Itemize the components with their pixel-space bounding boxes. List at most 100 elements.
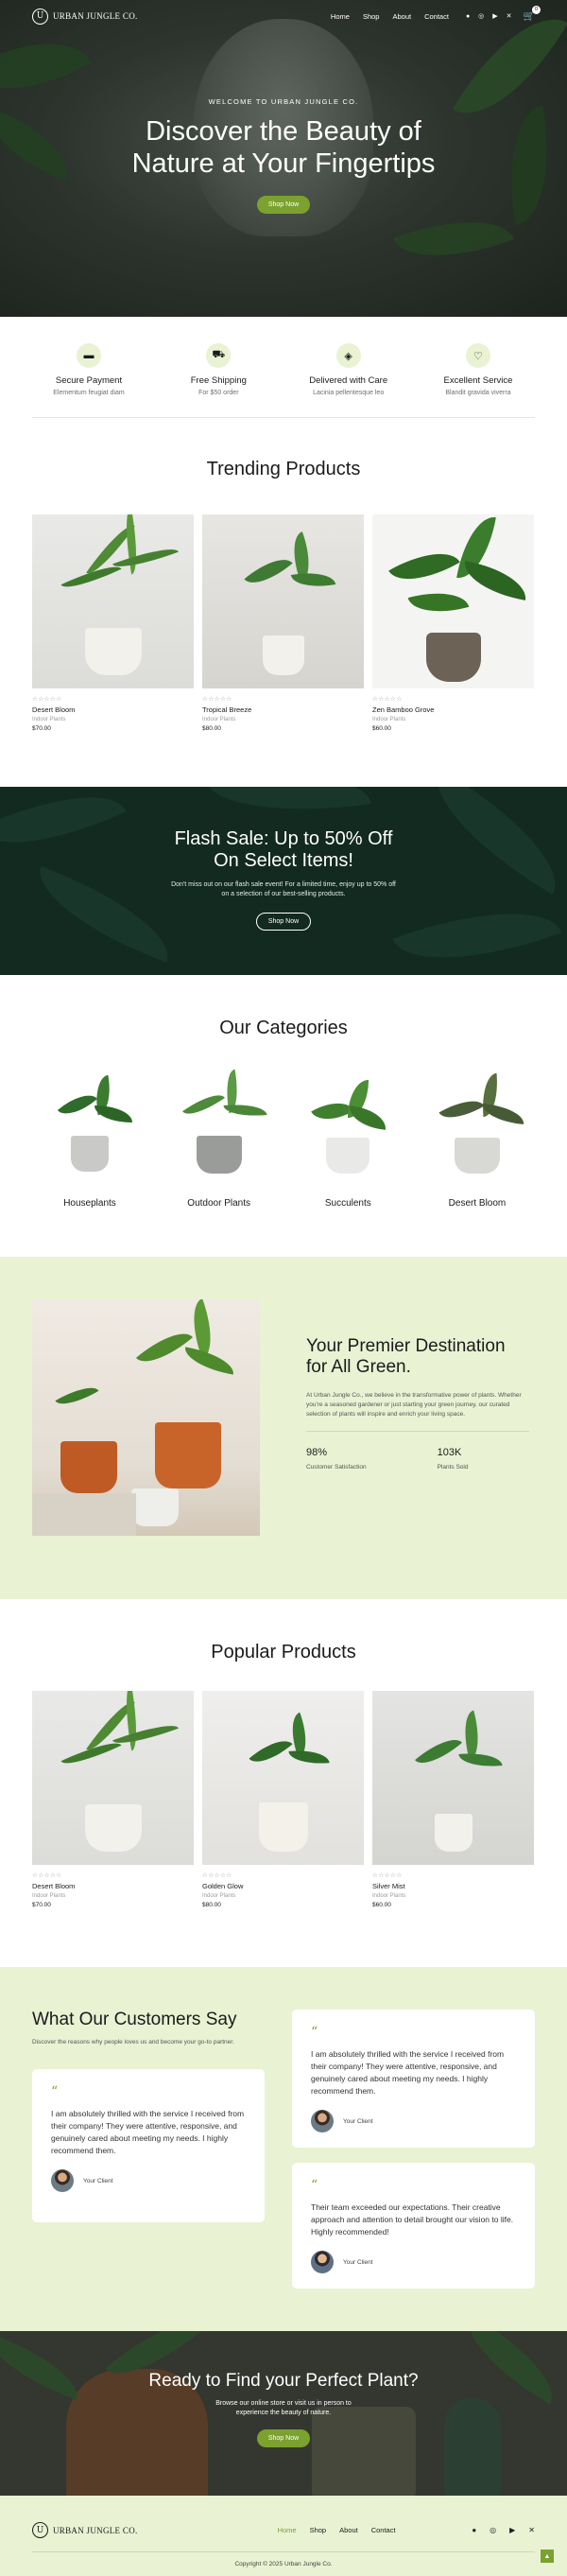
features-row: ▬ Secure Payment Elementum feugiat diam … (32, 317, 535, 418)
feature-secure-payment: ▬ Secure Payment Elementum feugiat diam (32, 343, 146, 396)
footer-link-contact[interactable]: Contact (371, 2526, 396, 2534)
quote-icon: “ (51, 2084, 59, 2099)
product-name[interactable]: Silver Mist (372, 1882, 534, 1890)
instagram-icon[interactable]: ◎ (478, 12, 484, 20)
product-image[interactable] (202, 1691, 364, 1865)
footer-link-home[interactable]: Home (278, 2526, 297, 2534)
product-category: Indoor Plants (32, 1893, 66, 1899)
feature-title: Delivered with Care (309, 375, 388, 386)
x-twitter-icon[interactable]: ✕ (528, 2526, 535, 2534)
brand-logo[interactable]: U URBAN JUNGLE CO. (32, 8, 138, 25)
facebook-icon[interactable]: ● (466, 13, 470, 20)
heart-icon: ♡ (465, 343, 490, 368)
product-card[interactable]: ☆☆☆☆☆ Silver Mist Indoor Plants $60.00 (372, 1691, 534, 1908)
product-name[interactable]: Golden Glow (202, 1882, 364, 1890)
logo-mark: U (32, 2522, 48, 2538)
product-category: Indoor Plants (372, 717, 406, 722)
divider (32, 2551, 535, 2552)
nav-about[interactable]: About (392, 12, 411, 21)
category-image[interactable] (290, 1077, 405, 1191)
stat-plants-sold: 103K Plants Sold (438, 1447, 469, 1471)
product-image[interactable] (202, 514, 364, 688)
flash-text: Don't miss out on our flash sale event! … (171, 881, 396, 897)
product-image[interactable] (372, 514, 534, 688)
feature-sub: Blandit gravida viverra (445, 390, 511, 396)
product-image[interactable] (32, 1691, 194, 1865)
nav-home[interactable]: Home (331, 12, 350, 21)
product-image[interactable] (32, 514, 194, 688)
about-image (32, 1299, 260, 1536)
about-text: Your Premier Destination for All Green. … (306, 1336, 529, 1471)
footer-logo[interactable]: U URBAN JUNGLE CO. (32, 2522, 138, 2538)
feature-title: Free Shipping (190, 375, 247, 386)
product-name[interactable]: Desert Bloom (32, 1882, 194, 1890)
product-card[interactable]: ☆☆☆☆☆ Tropical Breeze Indoor Plants $80.… (202, 514, 364, 732)
flash-sale-banner: Flash Sale: Up to 50% Off On Select Item… (0, 787, 567, 975)
category-name[interactable]: Succulents (290, 1198, 405, 1209)
category-outdoor-plants[interactable]: Outdoor Plants (162, 1069, 277, 1209)
hero-shop-button[interactable]: Shop Now (256, 196, 311, 214)
flash-shop-button[interactable]: Shop Now (255, 913, 312, 931)
category-desert-bloom[interactable]: Desert Bloom (420, 1072, 535, 1209)
testimonial-text: I am absolutely thrilled with the servic… (311, 2049, 505, 2096)
client: Your Client (311, 2110, 516, 2132)
facebook-icon[interactable]: ● (472, 2526, 476, 2534)
product-category: Indoor Plants (372, 1893, 406, 1899)
category-name[interactable]: Desert Bloom (420, 1198, 535, 1209)
footer-links: Home Shop About Contact (278, 2526, 396, 2534)
testimonial-card: “ I am absolutely thrilled with the serv… (32, 2069, 265, 2222)
nav-shop[interactable]: Shop (363, 12, 380, 21)
brand-name: URBAN JUNGLE CO. (53, 11, 138, 21)
trending-section: Trending Products ☆☆☆☆☆ Desert Bloom Ind… (0, 418, 567, 787)
rating-stars: ☆☆☆☆☆ (32, 1872, 62, 1879)
x-twitter-icon[interactable]: ✕ (507, 12, 512, 20)
product-card[interactable]: ☆☆☆☆☆ Zen Bamboo Grove Indoor Plants $60… (372, 514, 534, 732)
stat-label: Plants Sold (437, 1464, 469, 1471)
trending-products: ☆☆☆☆☆ Desert Bloom Indoor Plants $70.00 … (0, 514, 567, 732)
youtube-icon[interactable]: ▶ (492, 12, 497, 20)
back-to-top-button[interactable]: ▲ (541, 2550, 554, 2563)
product-card[interactable]: ☆☆☆☆☆ Desert Bloom Indoor Plants $70.00 (32, 514, 194, 732)
category-image[interactable] (162, 1069, 277, 1191)
category-image[interactable] (420, 1072, 535, 1191)
rating-stars: ☆☆☆☆☆ (32, 696, 62, 703)
testimonials-subtitle: Discover the reasons why people loves us… (32, 2039, 234, 2045)
footer-link-about[interactable]: About (339, 2526, 358, 2534)
product-price: $60.00 (372, 1902, 391, 1908)
categories-section: Our Categories Houseplants Outdoor Plant… (0, 975, 567, 1257)
stat-value: 98% (306, 1447, 328, 1458)
instagram-icon[interactable]: ◎ (490, 2526, 496, 2534)
product-card[interactable]: ☆☆☆☆☆ Desert Bloom Indoor Plants $70.00 (32, 1691, 194, 1908)
client-name: Your Client (343, 2258, 373, 2266)
popular-products: ☆☆☆☆☆ Desert Bloom Indoor Plants $70.00 … (0, 1691, 567, 1908)
cart-button[interactable]: 🛒 0 (524, 5, 541, 22)
avatar (311, 2110, 334, 2132)
product-name[interactable]: Desert Bloom (32, 705, 194, 714)
category-image[interactable] (32, 1074, 147, 1191)
box-icon: ◈ (335, 343, 361, 368)
nav-contact[interactable]: Contact (424, 12, 449, 21)
hero-content: WELCOME TO URBAN JUNGLE CO. Discover the… (0, 97, 567, 214)
feature-title: Excellent Service (443, 375, 513, 386)
product-name[interactable]: Tropical Breeze (202, 705, 364, 714)
testimonial-text: I am absolutely thrilled with the servic… (51, 2109, 245, 2155)
youtube-icon[interactable]: ▶ (509, 2526, 515, 2534)
feature-sub: For $50 order (198, 390, 239, 396)
category-name[interactable]: Outdoor Plants (162, 1198, 277, 1209)
quote-icon: “ (311, 2025, 318, 2040)
avatar (311, 2251, 334, 2273)
product-price: $70.00 (32, 725, 51, 732)
footer-social: ● ◎ ▶ ✕ (472, 2526, 535, 2534)
flash-title: Flash Sale: Up to 50% Off On Select Item… (174, 828, 393, 871)
footer-link-shop[interactable]: Shop (310, 2526, 327, 2534)
product-card[interactable]: ☆☆☆☆☆ Golden Glow Indoor Plants $80.00 (202, 1691, 364, 1908)
category-name[interactable]: Houseplants (32, 1198, 147, 1209)
category-houseplants[interactable]: Houseplants (32, 1074, 147, 1209)
product-name[interactable]: Zen Bamboo Grove (372, 705, 534, 714)
testimonials-title: What Our Customers Say (32, 2010, 237, 2029)
hero-title: Discover the Beauty of Nature at Your Fi… (131, 116, 436, 179)
cta-shop-button[interactable]: Shop Now (256, 2429, 311, 2447)
truck-icon: ⛟ (206, 343, 232, 368)
category-succulents[interactable]: Succulents (290, 1077, 405, 1209)
product-image[interactable] (372, 1691, 534, 1865)
